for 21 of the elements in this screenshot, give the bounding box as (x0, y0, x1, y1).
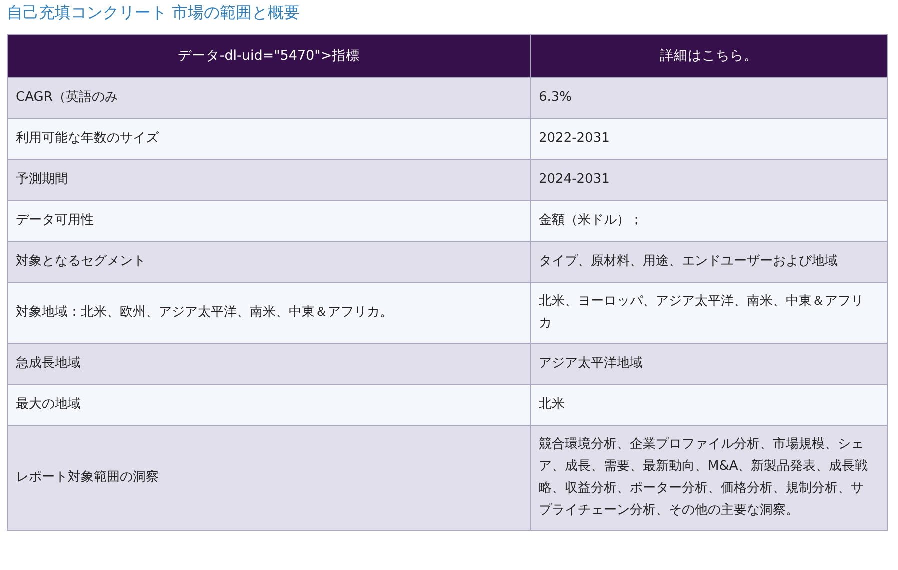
table-cell: 金額（米ドル）； (530, 200, 888, 242)
table-cell: 北米、ヨーロッパ、アジア太平洋、南米、中東＆アフリカ (530, 282, 888, 344)
table-cell: 利用可能な年数のサイズ (8, 118, 530, 160)
table-cell: タイプ、原材料、用途、エンドユーザーおよび地域 (530, 242, 888, 282)
table-cell: 北米 (530, 384, 888, 426)
table-cell: 2024-2031 (530, 160, 888, 200)
table-cell: 対象となるセグメント (8, 242, 530, 282)
table-cell: アジア太平洋地域 (530, 344, 888, 384)
column-header: 詳細はこちら。 (530, 34, 888, 78)
table-cell: 予測期間 (8, 160, 530, 200)
table-cell: 最大の地域 (8, 384, 530, 426)
table-cell: レポート対象範囲の洞察 (8, 426, 530, 530)
table-cell: 2022-2031 (530, 118, 888, 160)
table-cell: 急成長地域 (8, 344, 530, 384)
table-cell: 対象地域：北米、欧州、アジア太平洋、南米、中東＆アフリカ。 (8, 282, 530, 344)
column-header: データ-dl-uid="5470">指標 (8, 34, 530, 78)
section-title: 自己充填コンクリート 市場の範囲と概要 (7, 2, 302, 24)
table-cell: 競合環境分析、企業プロファイル分析、市場規模、シェア、成長、需要、最新動向、M&A、新製品発表、成長戦略、収益分析、ポーター分析、価格分析、規制分析、サプライチェーン分析、その他の主要な洞察。 (530, 426, 888, 530)
table-cell: CAGR（英語のみ (8, 78, 530, 118)
table-cell: 6.3% (530, 78, 888, 118)
table-cell: データ可用性 (8, 200, 530, 242)
